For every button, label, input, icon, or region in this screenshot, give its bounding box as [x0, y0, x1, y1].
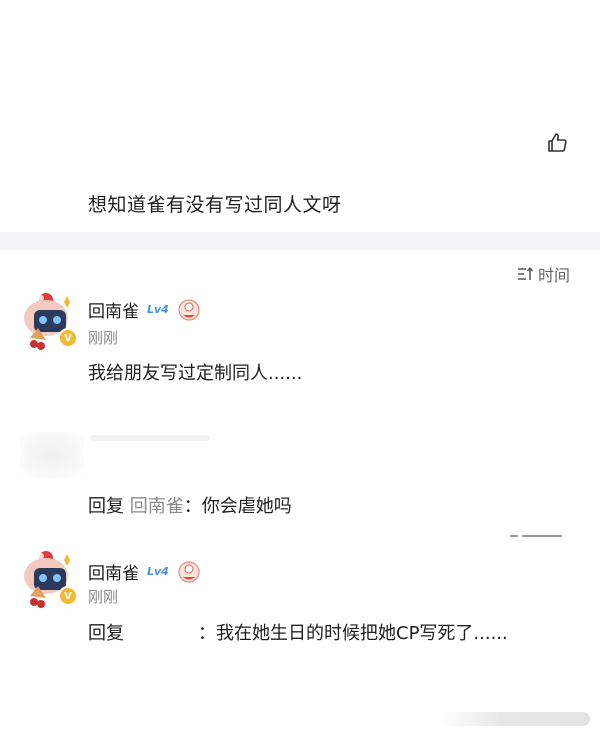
reply-prefix: 回复 [88, 496, 124, 517]
reply-text: 回复 回南雀：你会虐她吗 [88, 492, 292, 518]
username[interactable]: 回南雀 [88, 559, 139, 584]
comment-header: 回南雀 Lv4 [88, 297, 201, 322]
blurred-watermark [440, 712, 590, 726]
post-text: 想知道雀有没有写过同人文呀 [88, 194, 342, 216]
reply-body: 我在她生日的时候把她CP写死了...... [216, 623, 508, 644]
avatar[interactable]: V [16, 546, 82, 612]
sort-by-time-button[interactable]: 时间 [516, 262, 570, 286]
level-badge: Lv4 [147, 565, 169, 578]
sort-icon [517, 266, 534, 280]
reply-body: 你会虐她吗 [201, 496, 292, 517]
section-divider [0, 232, 600, 250]
reply-colon: ： [183, 496, 202, 517]
blurred-avatar [20, 432, 84, 478]
verified-badge-icon: V [58, 586, 78, 606]
reply-prefix: 回复 [88, 623, 124, 644]
comment-text: 我给朋友写过定制同人...... [88, 363, 303, 384]
fan-medal-icon [178, 560, 200, 583]
username[interactable]: 回南雀 [88, 297, 139, 322]
mention-link[interactable]: 回南雀 [130, 496, 184, 517]
comment-header: 回南雀 Lv4 [88, 559, 201, 584]
verified-badge-icon: V [58, 328, 78, 348]
avatar[interactable]: V [16, 288, 82, 354]
blurred-username [90, 435, 210, 441]
comment-time: 刚刚 [88, 329, 119, 347]
level-badge: Lv4 [147, 303, 169, 316]
comment-time: 刚刚 [88, 588, 119, 606]
fan-medal-icon [178, 298, 200, 321]
reply-text: 回复 ：我在她生日的时候把她CP写死了...... [88, 619, 588, 648]
sort-label: 时间 [537, 266, 570, 285]
reply-colon: ： [198, 623, 216, 644]
like-icon[interactable] [545, 131, 569, 155]
faint-artifact [510, 535, 562, 537]
